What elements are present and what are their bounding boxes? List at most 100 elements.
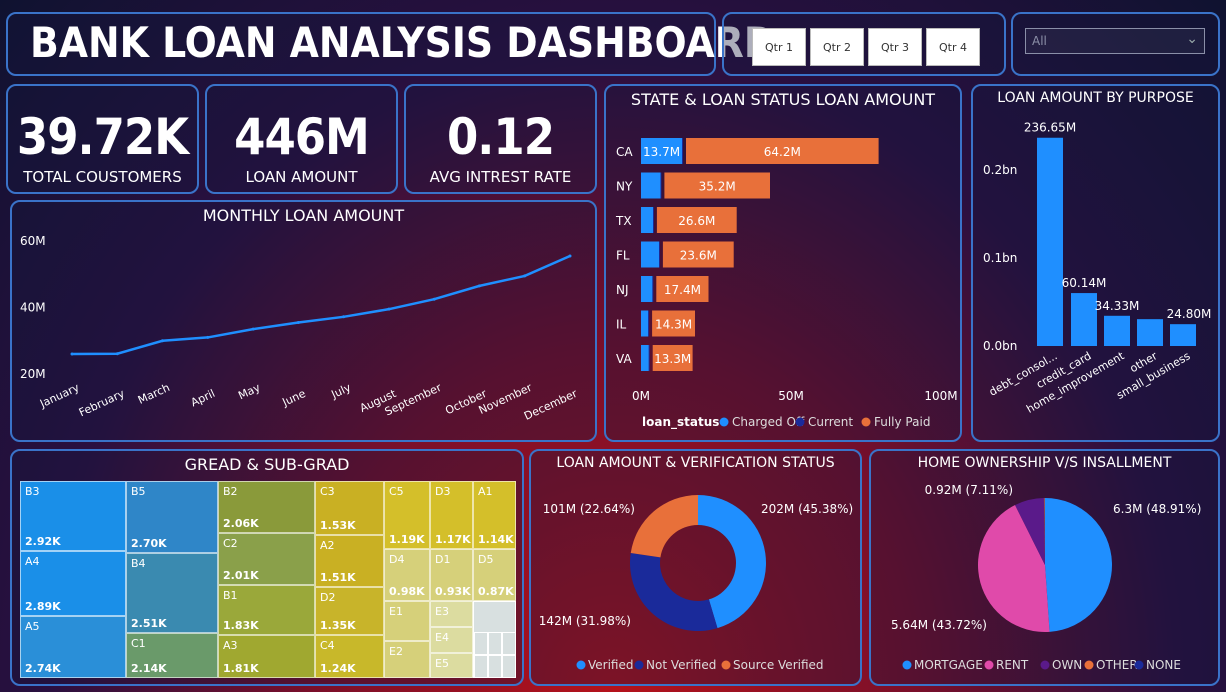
treemap-small-cells	[473, 601, 516, 678]
category-label: CA	[616, 145, 633, 159]
treemap-cell-value: 0.87K	[478, 585, 514, 598]
qtr1-button[interactable]: Qtr 1	[752, 28, 806, 66]
legend-label: OTHER	[1096, 658, 1138, 672]
treemap-cell-label: C3	[320, 485, 335, 498]
data-label: 0.92M (7.11%)	[925, 483, 1013, 497]
line-chart: 60M 40M 20MJanuaryFebruary March April May Jun…	[20, 234, 580, 423]
treemap-cell: E2	[384, 641, 430, 678]
donut-slice	[630, 495, 698, 558]
bar-segment	[641, 172, 661, 199]
data-label: 13.3M	[654, 352, 691, 366]
treemap-tiny-cell	[474, 632, 488, 655]
chart-title: GREAD & SUB-GRAD	[184, 455, 350, 474]
category-label: VA	[616, 352, 632, 366]
treemap-cell: A3 1.81K	[218, 635, 315, 678]
bar-segment	[653, 207, 654, 233]
treemap-cell-label: E3	[435, 605, 449, 618]
state-bar-chart: CA 13.7M 64.2M NY 35.2M TX 26.6M FL 23.6M NJ 17.4M…	[615, 138, 958, 430]
x-tick-label: 50M	[778, 389, 804, 403]
data-point	[432, 297, 436, 301]
treemap-cell: C5 1.19K	[384, 481, 430, 549]
category-label: FL	[616, 249, 630, 263]
data-point	[477, 284, 481, 288]
chevron-down-icon: ⌄	[1186, 31, 1198, 47]
filter-dropdown[interactable]: All ⌄	[1025, 28, 1205, 54]
title-panel: BANK LOAN ANALYSIS DASHBOARD	[6, 12, 775, 76]
qtr2-button[interactable]: Qtr 2	[810, 28, 864, 66]
treemap-cell: A4 2.89K	[20, 551, 126, 616]
data-point	[115, 352, 119, 356]
bar-segment	[641, 241, 659, 268]
legend-label: MORTGAGE	[914, 658, 983, 672]
treemap-cell: D5 0.87K	[473, 549, 516, 601]
treemap-cell: B3 2.92K	[20, 481, 126, 551]
legend-label: RENT	[996, 658, 1029, 672]
filter-panel: All ⌄	[1011, 12, 1220, 76]
treemap-cell-label: D2	[320, 591, 336, 604]
treemap-cell: C4 1.24K	[315, 635, 384, 678]
series-line	[71, 254, 571, 356]
treemap-tiny-cell	[502, 632, 516, 655]
verification-panel: LOAN AMOUNT & VERIFICATION STATUS 202M (…	[529, 449, 862, 686]
treemap-cell-label: A3	[223, 639, 238, 652]
treemap-cell-value: 1.17K	[435, 533, 471, 546]
treemap-cell-label: A5	[25, 620, 40, 633]
qtr4-button[interactable]: Qtr 4	[926, 28, 980, 66]
treemap-cell-label: E2	[389, 645, 403, 658]
legend-marker	[576, 660, 586, 670]
treemap-cell-value: 1.14K	[478, 533, 514, 546]
bar-segment	[641, 207, 653, 233]
bar	[1104, 315, 1130, 346]
legend-marker	[719, 417, 729, 427]
treemap-cell-label: A4	[25, 555, 40, 568]
bar	[1137, 319, 1163, 346]
monthly-loan-panel: MONTHLY LOAN AMOUNT 60M 40M 20M January Febr…	[10, 200, 597, 442]
kpi-value: 0.12	[447, 108, 555, 166]
data-label: 34.33M	[1095, 299, 1140, 313]
data-label: 202M (45.38%)	[761, 502, 853, 516]
treemap-cell-label: E4	[435, 631, 449, 644]
bar-segment	[641, 310, 649, 337]
legend-marker	[721, 660, 731, 670]
grade-panel: GREAD & SUB-GRAD B3 2.92K A4 2.89K A5 2.74K B5…	[10, 449, 524, 686]
treemap-cell-value: 1.51K	[320, 571, 356, 584]
treemap-cell-label: E1	[389, 605, 403, 618]
bar	[1071, 293, 1097, 346]
treemap-cell-value: 1.24K	[320, 662, 356, 675]
verification-donut-chart: 202M (45.38%) 142M (31.98%) 101M (22.64%) V…	[539, 495, 853, 672]
treemap-cell: B4 2.51K	[126, 553, 218, 633]
treemap-cell-value: 1.53K	[320, 519, 356, 532]
data-label: 5.64M (43.72%)	[891, 618, 987, 632]
treemap-cell-label: C4	[320, 639, 335, 652]
treemap-cell: A5 2.74K	[20, 616, 126, 678]
bar	[1037, 137, 1063, 346]
treemap-cell-value: 2.70K	[131, 537, 167, 550]
data-label: 142M (31.98%)	[539, 614, 631, 628]
quarter-slicer: Qtr 1 Qtr 2 Qtr 3 Qtr 4	[722, 12, 1006, 76]
treemap-cell-value: 1.83K	[223, 619, 259, 632]
kpi-label: LOAN AMOUNT	[245, 168, 358, 186]
data-label: 23.6M	[680, 249, 717, 263]
treemap-cell: E5	[430, 653, 473, 678]
data-point	[70, 352, 74, 356]
kpi-value: 39.72K	[16, 108, 189, 166]
data-point	[206, 335, 210, 339]
legend-label: Fully Paid	[874, 415, 930, 429]
qtr3-button[interactable]: Qtr 3	[868, 28, 922, 66]
y-tick-label: 0.0bn	[983, 339, 1017, 353]
treemap-cell-value: 2.92K	[25, 535, 61, 548]
data-point	[523, 274, 527, 278]
treemap-cell-label: E5	[435, 657, 449, 670]
data-label: 14.3M	[655, 318, 692, 332]
legend-label: Current	[808, 415, 853, 429]
treemap-cell: E4	[430, 627, 473, 653]
data-point	[296, 320, 300, 324]
treemap-cell: B1 1.83K	[218, 585, 315, 635]
legend-marker	[795, 417, 805, 427]
kpi-total-customers: 39.72K TOTAL COUSTOMERS	[6, 84, 199, 194]
treemap-cell-value: 2.74K	[25, 662, 61, 675]
bar-segment	[682, 138, 683, 164]
x-tick-label: 0M	[632, 389, 650, 403]
treemap-cell-label: C5	[389, 485, 404, 498]
treemap-cell: D3 1.17K	[430, 481, 473, 549]
